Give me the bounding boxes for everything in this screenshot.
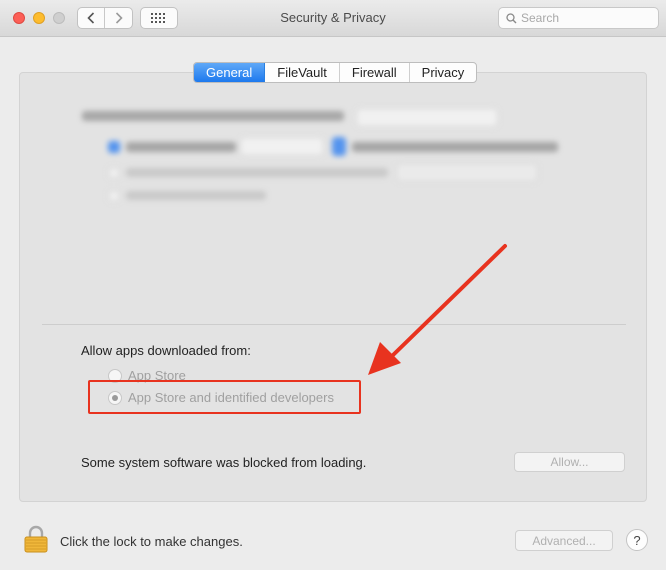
- blurred-checkbox: [108, 167, 120, 179]
- blurred-text-line: [82, 111, 344, 121]
- tab-privacy[interactable]: Privacy: [410, 63, 477, 82]
- lock-message: Click the lock to make changes.: [60, 534, 243, 549]
- blurred-text-line: [352, 142, 558, 152]
- title-bar: Security & Privacy: [0, 0, 666, 37]
- blurred-text-line: [126, 191, 266, 200]
- security-privacy-window: Security & Privacy General FileVault Fir…: [0, 0, 666, 570]
- search-input[interactable]: [521, 10, 655, 26]
- blurred-text-line: [126, 168, 388, 177]
- tab-firewall[interactable]: Firewall: [340, 63, 410, 82]
- annotation-arrow-icon: [368, 244, 507, 375]
- blurred-text-line: [126, 142, 236, 152]
- tab-bar: General FileVault Firewall Privacy: [193, 62, 478, 83]
- blurred-checkbox: [108, 141, 120, 153]
- allow-button[interactable]: Allow...: [514, 452, 625, 472]
- annotation-highlight-box: [88, 380, 361, 414]
- tab-general[interactable]: General: [194, 63, 266, 82]
- blurred-stepper: [332, 137, 346, 156]
- blurred-popup: [240, 137, 324, 156]
- search-field[interactable]: [498, 7, 659, 29]
- blocked-software-label: Some system software was blocked from lo…: [81, 455, 367, 470]
- lock-icon[interactable]: [24, 525, 48, 553]
- blurred-checkbox: [108, 190, 120, 202]
- blurred-button: [356, 108, 498, 127]
- allow-apps-label: Allow apps downloaded from:: [81, 343, 251, 358]
- search-icon: [506, 13, 517, 24]
- blurred-button: [396, 163, 538, 182]
- section-divider: [42, 324, 626, 325]
- blurred-login-settings: [20, 73, 648, 323]
- help-button[interactable]: ?: [626, 529, 648, 551]
- tab-filevault[interactable]: FileVault: [265, 63, 340, 82]
- general-pane: Allow apps downloaded from: App Store Ap…: [19, 72, 647, 502]
- advanced-button[interactable]: Advanced...: [515, 530, 613, 551]
